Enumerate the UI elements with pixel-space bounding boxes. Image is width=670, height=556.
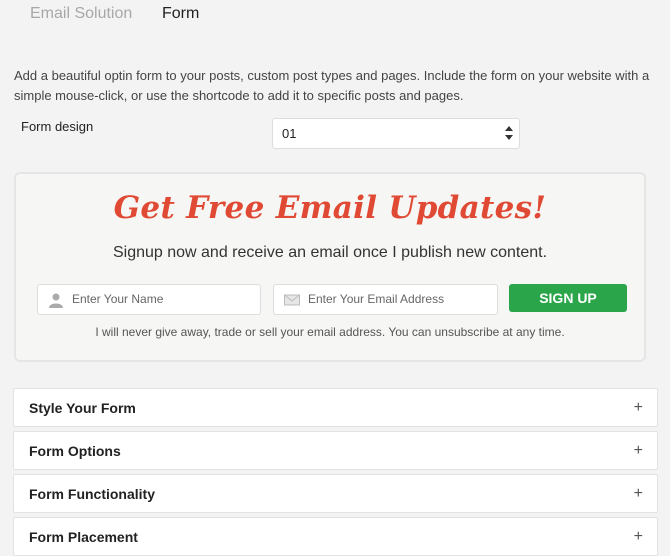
name-input-placeholder: Enter Your Name xyxy=(72,292,164,306)
envelope-icon xyxy=(284,294,300,306)
section-label: Style Your Form xyxy=(29,400,136,416)
plus-icon[interactable]: + xyxy=(634,399,643,417)
name-input[interactable]: Enter Your Name xyxy=(37,284,261,315)
section-style-your-form[interactable]: Style Your Form + xyxy=(13,388,658,427)
tab-form[interactable]: Form xyxy=(162,5,199,23)
form-preview: Get Free Email Updates! Signup now and r… xyxy=(14,172,646,362)
section-form-functionality[interactable]: Form Functionality + xyxy=(13,474,658,513)
email-input-placeholder: Enter Your Email Address xyxy=(308,292,445,306)
user-icon xyxy=(49,293,63,308)
preview-subheadline: Signup now and receive an email once I p… xyxy=(112,244,548,261)
form-design-value: 01 xyxy=(282,126,297,141)
section-label: Form Functionality xyxy=(29,486,155,502)
plus-icon[interactable]: + xyxy=(634,528,643,546)
section-form-options[interactable]: Form Options + xyxy=(13,431,658,470)
preview-headline: Get Free Email Updates! xyxy=(113,190,547,226)
section-form-placement[interactable]: Form Placement + xyxy=(13,517,658,556)
signup-button[interactable]: SIGN UP xyxy=(509,284,627,312)
form-design-label: Form design xyxy=(21,119,94,134)
section-label: Form Placement xyxy=(29,529,138,545)
form-description: Add a beautiful optin form to your posts… xyxy=(14,68,650,103)
plus-icon[interactable]: + xyxy=(634,442,643,460)
plus-icon[interactable]: + xyxy=(634,485,643,503)
tab-bar: Email Solution Form xyxy=(0,0,670,30)
section-label: Form Options xyxy=(29,443,121,459)
form-design-select[interactable]: 01 xyxy=(272,118,520,149)
privacy-note: I will never give away, trade or sell yo… xyxy=(95,325,565,339)
tab-email-solution[interactable]: Email Solution xyxy=(30,5,132,23)
select-arrows-icon xyxy=(505,126,513,140)
email-input[interactable]: Enter Your Email Address xyxy=(273,284,498,315)
